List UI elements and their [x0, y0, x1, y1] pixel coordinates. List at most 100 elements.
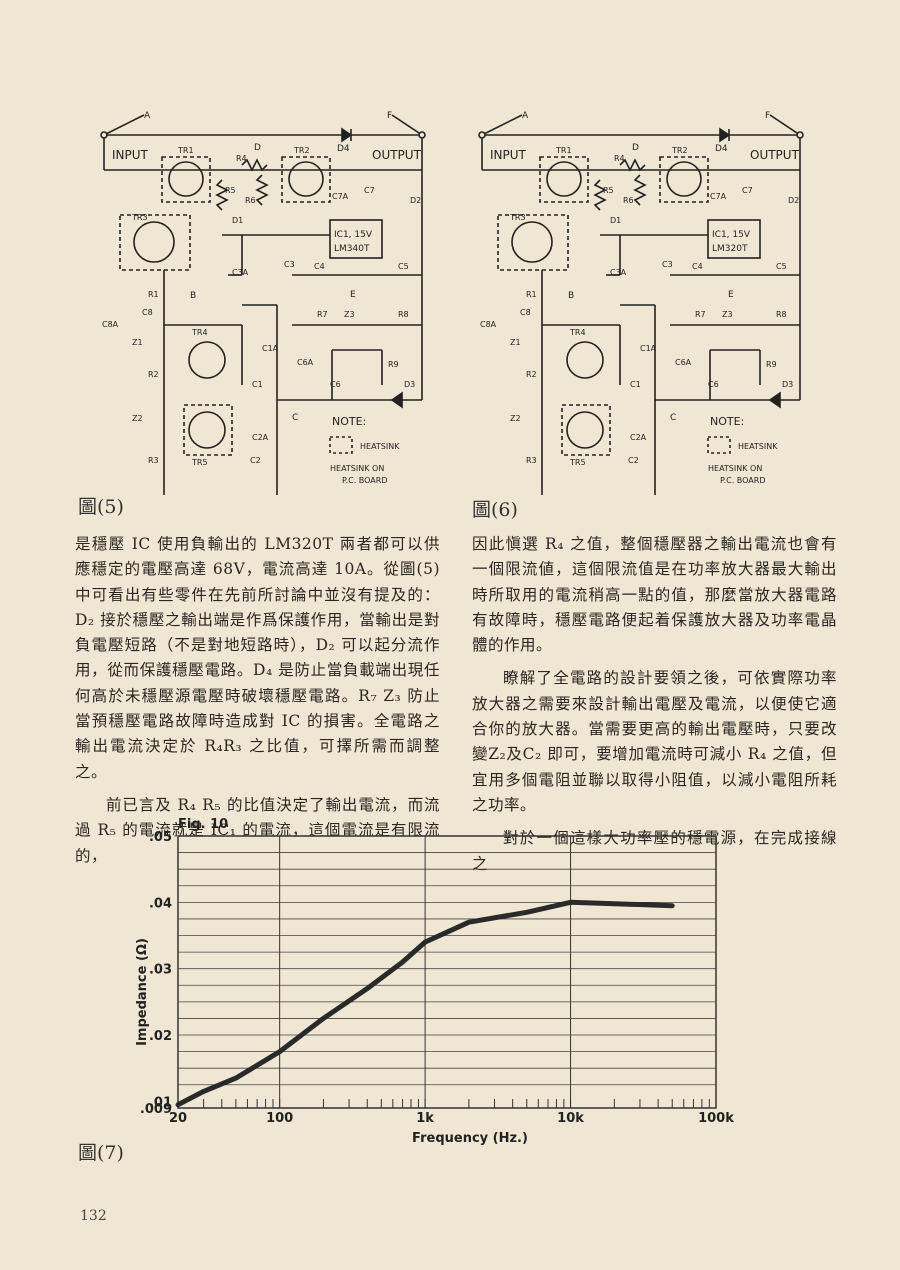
r8-label: R8: [776, 310, 787, 319]
z3-label: Z3: [722, 310, 733, 319]
ic-label-1: IC1, 15V: [334, 230, 373, 240]
x-axis-label: Frequency (Hz.): [412, 1131, 528, 1146]
r9-label: R9: [388, 360, 399, 369]
note-label: NOTE:: [710, 415, 744, 428]
ic-label-2: LM320T: [712, 244, 748, 254]
point-d-label: D: [632, 143, 639, 153]
schematic-fig6: INPUT OUTPUT A F D D4 TR1 TR2 R4 R5 R6 T…: [470, 95, 830, 495]
tr1-label: TR1: [177, 146, 194, 155]
r5-label: R5: [603, 186, 614, 195]
z3-label: Z3: [344, 310, 355, 319]
r4-label: R4: [614, 154, 625, 163]
c4-label: C4: [314, 262, 325, 271]
r2-label: R2: [148, 370, 159, 379]
c5-label: C5: [776, 262, 787, 271]
y-tick-label: .01: [149, 1095, 172, 1110]
r1-label: R1: [148, 290, 159, 299]
r8-label: R8: [398, 310, 409, 319]
r6-label: R6: [623, 196, 634, 205]
z2-label: Z2: [132, 414, 143, 423]
point-b-label: B: [568, 291, 574, 301]
c2a-label: C2A: [252, 433, 269, 442]
d4-label: D4: [715, 144, 728, 154]
d3-label: D3: [404, 380, 415, 389]
c1-label: C1: [252, 380, 263, 389]
figure-7-caption: 圖(7): [78, 1142, 124, 1164]
c2a-label: C2A: [630, 433, 647, 442]
tr2-label: TR2: [671, 146, 688, 155]
heatsink-pcb-label-2: P.C. BOARD: [720, 476, 766, 485]
ic-label-1: IC1, 15V: [712, 230, 751, 240]
heatsink-pcb-label-1: HEATSINK ON: [330, 464, 384, 473]
heatsink-pcb-label-1: HEATSINK ON: [708, 464, 762, 473]
tr4-label: TR4: [191, 328, 208, 337]
point-e-label: E: [350, 290, 356, 300]
c7a-label: C7A: [332, 192, 349, 201]
c8a-label: C8A: [102, 320, 119, 329]
c8-label: C8: [142, 308, 153, 317]
c3a-label: C3A: [232, 268, 249, 277]
tr5-label: TR5: [569, 458, 586, 467]
r6-label: R6: [245, 196, 256, 205]
point-c-label: C: [292, 413, 298, 423]
y-tick-label: .03: [149, 963, 172, 978]
r2-label: R2: [526, 370, 537, 379]
x-tick-labels: 20 100 1k 10k 100k: [169, 1111, 734, 1126]
tr5-label: TR5: [191, 458, 208, 467]
c4-label: C4: [692, 262, 703, 271]
right-paragraph-2: 瞭解了全電路的設計要領之後，可依實際功率放大器之需要來設計輸出電壓及電流，以便使…: [472, 669, 837, 814]
tr1-label: TR1: [555, 146, 572, 155]
y-tick-label: .05: [149, 830, 172, 845]
point-a-label: A: [144, 111, 151, 121]
c1a-label: C1A: [640, 344, 657, 353]
y-tick-label: .04: [149, 896, 172, 911]
r5-label: R5: [225, 186, 236, 195]
r9-label: R9: [766, 360, 777, 369]
x-tick-label: 10k: [557, 1111, 584, 1126]
schem-input-label: INPUT: [490, 148, 527, 162]
point-e-label: E: [728, 290, 734, 300]
schematic-fig5: INPUT OUTPUT A F D D4 TR1 TR2 R4 R5 R6 T…: [92, 95, 452, 495]
heatsink-label: HEATSINK: [738, 442, 778, 451]
point-f-label: F: [765, 111, 770, 121]
note-label: NOTE:: [332, 415, 366, 428]
c1a-label: C1A: [262, 344, 279, 353]
right-paragraph-1: 因此愼選 R₄ 之值，整個穩壓器之輸出電流也會有一個限流値，這個限流值是在功率放…: [472, 535, 837, 655]
c6-label: C6: [708, 380, 719, 389]
point-a-label: A: [522, 111, 529, 121]
d2-label: D2: [788, 196, 799, 205]
tr2-label: TR2: [293, 146, 310, 155]
r3-label: R3: [526, 456, 537, 465]
point-c-label: C: [670, 413, 676, 423]
x-tick-label: 100: [266, 1111, 293, 1126]
c7a-label: C7A: [710, 192, 727, 201]
heatsink-pcb-label-2: P.C. BOARD: [342, 476, 388, 485]
chart-title: Fig. 10: [178, 817, 228, 832]
tr3-label: TR3: [131, 213, 148, 222]
c2-label: C2: [628, 456, 639, 465]
impedance-chart: Fig. 10 20 100 1k 10k 100k .009.01.02.03.04.…: [135, 817, 734, 1146]
d2-label: D2: [410, 196, 421, 205]
schem-output-label: OUTPUT: [750, 148, 800, 162]
c7-label: C7: [364, 186, 375, 195]
c1-label: C1: [630, 380, 641, 389]
page-number: 132: [80, 1208, 107, 1224]
r1-label: R1: [526, 290, 537, 299]
ic-label-2: LM340T: [334, 244, 370, 254]
c3-label: C3: [284, 260, 295, 269]
z1-label: Z1: [510, 338, 521, 347]
r4-label: R4: [236, 154, 247, 163]
point-f-label: F: [387, 111, 392, 121]
z2-label: Z2: [510, 414, 521, 423]
y-axis-label: Impedance (Ω): [135, 938, 150, 1046]
r3-label: R3: [148, 456, 159, 465]
c3-label: C3: [662, 260, 673, 269]
c2-label: C2: [250, 456, 261, 465]
c5-label: C5: [398, 262, 409, 271]
x-tick-label: 100k: [698, 1111, 734, 1126]
r7-label: R7: [317, 310, 328, 319]
schem-input-label: INPUT: [112, 148, 149, 162]
c6-label: C6: [330, 380, 341, 389]
tr3-label: TR3: [509, 213, 526, 222]
z1-label: Z1: [132, 338, 143, 347]
